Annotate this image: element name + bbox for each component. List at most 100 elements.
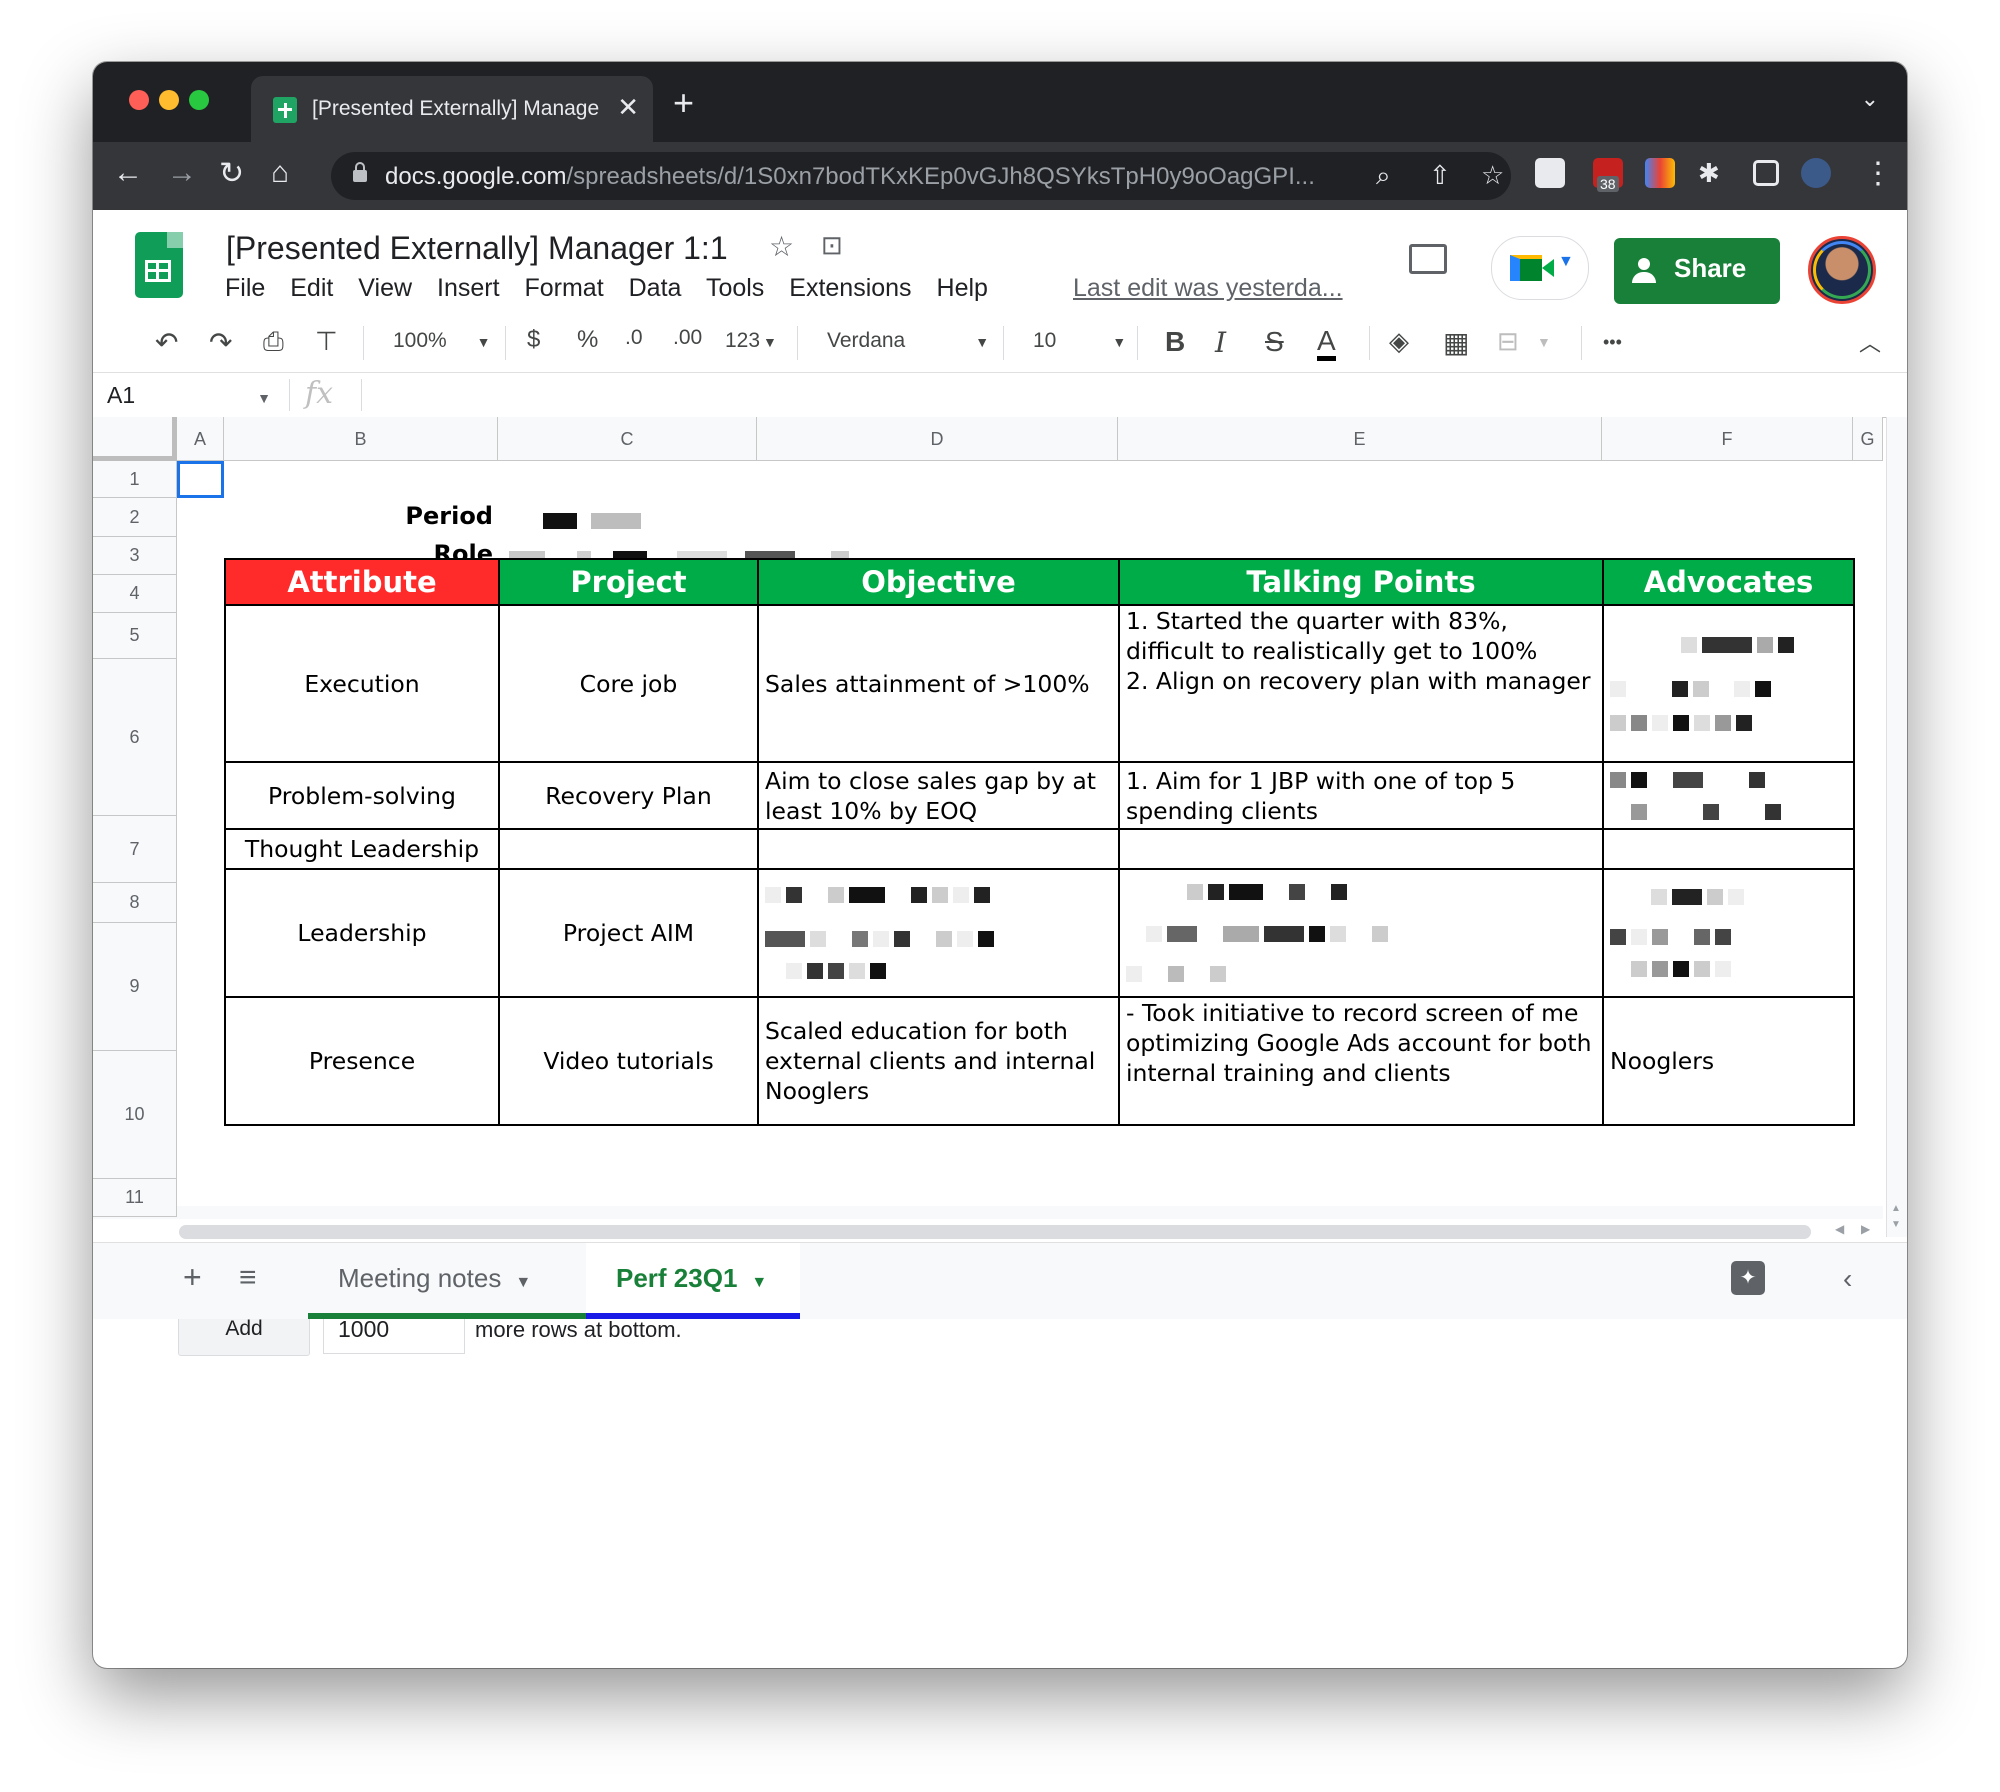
bookmark-star-icon[interactable]: ☆ xyxy=(1481,160,1504,191)
collapse-menus-icon[interactable]: ︿ xyxy=(1859,326,1881,358)
collapse-side-panel-icon[interactable]: ‹ xyxy=(1843,1263,1852,1295)
header-project[interactable]: Project xyxy=(498,558,759,606)
sheet-tab-meeting-notes[interactable]: Meeting notes ▼ xyxy=(308,1243,586,1319)
explore-icon[interactable]: ✦ xyxy=(1731,1261,1765,1295)
decrease-decimal-button[interactable]: .0 xyxy=(625,326,643,350)
currency-format-button[interactable]: $ xyxy=(527,326,540,354)
profile-avatar-icon[interactable] xyxy=(1801,158,1831,188)
strikethrough-button[interactable]: S xyxy=(1265,326,1284,358)
name-box[interactable]: A1 ▼ xyxy=(107,382,271,409)
row-header-3[interactable]: 3 xyxy=(93,537,177,575)
attribute-cell[interactable]: Execution xyxy=(224,604,500,763)
document-title[interactable]: [Presented Externally] Manager 1:1 xyxy=(226,230,728,267)
forward-icon[interactable]: → xyxy=(167,156,197,190)
objective-cell-redacted[interactable] xyxy=(757,868,1120,998)
comment-history-icon[interactable] xyxy=(1409,244,1447,274)
add-sheet-icon[interactable]: + xyxy=(183,1259,202,1296)
row-header-1[interactable]: 1 xyxy=(93,461,177,498)
column-header-a[interactable]: A xyxy=(177,417,224,461)
vertical-scrollbar[interactable]: ▲ ▼ xyxy=(1886,417,1907,1237)
attribute-cell[interactable]: Thought Leadership xyxy=(224,828,500,870)
reload-icon[interactable]: ↻ xyxy=(219,156,244,191)
increase-decimal-button[interactable]: .00 xyxy=(673,326,702,350)
merge-chevron-down-icon[interactable]: ▼ xyxy=(1537,334,1551,350)
menu-help[interactable]: Help xyxy=(937,274,988,302)
column-header-b[interactable]: B xyxy=(224,417,498,461)
share-button[interactable]: Share xyxy=(1614,238,1780,304)
print-icon[interactable]: ⎙ xyxy=(263,326,284,358)
row-header-10[interactable]: 10 xyxy=(93,1051,177,1179)
row-header-7[interactable]: 7 xyxy=(93,816,177,883)
sheets-logo-icon[interactable] xyxy=(135,232,183,298)
redo-icon[interactable]: ↷ xyxy=(209,326,232,359)
advocates-cell[interactable]: Nooglers xyxy=(1602,996,1855,1126)
row-header-6[interactable]: 6 xyxy=(93,659,177,816)
project-cell[interactable] xyxy=(498,828,759,870)
browser-menu-icon[interactable]: ⋮ xyxy=(1863,156,1893,191)
text-color-button[interactable]: A xyxy=(1317,326,1336,361)
advocates-cell-redacted[interactable] xyxy=(1602,604,1855,763)
header-attribute[interactable]: Attribute xyxy=(224,558,500,606)
minimize-window-button[interactable] xyxy=(159,90,179,110)
scroll-left-icon[interactable]: ◀ xyxy=(1835,1222,1844,1236)
row-header-5[interactable]: 5 xyxy=(93,613,177,659)
select-all-corner[interactable] xyxy=(93,417,177,461)
merge-cells-icon[interactable]: ⊟ xyxy=(1497,326,1519,357)
scroll-down-icon[interactable]: ▼ xyxy=(1891,1219,1901,1230)
undo-icon[interactable]: ↶ xyxy=(155,326,178,359)
menu-format[interactable]: Format xyxy=(524,274,603,302)
last-edit-link[interactable]: Last edit was yesterda... xyxy=(1073,274,1343,303)
column-header-c[interactable]: C xyxy=(498,417,757,461)
ublock-extension-icon[interactable]: 38 xyxy=(1593,158,1623,192)
advocates-cell-redacted[interactable] xyxy=(1602,761,1855,830)
font-size-select[interactable]: 10 ▼ xyxy=(1033,329,1126,353)
advocates-cell[interactable] xyxy=(1602,828,1855,870)
star-icon[interactable]: ☆ xyxy=(769,230,794,263)
share-page-icon[interactable]: ⇧ xyxy=(1429,160,1451,191)
menu-file[interactable]: File xyxy=(225,274,265,302)
objective-cell[interactable]: Scaled education for both external clien… xyxy=(757,996,1120,1126)
menu-data[interactable]: Data xyxy=(629,274,682,302)
home-icon[interactable]: ⌂ xyxy=(271,156,289,190)
meet-button[interactable]: ▼ xyxy=(1491,236,1589,300)
puzzle-extensions-icon[interactable]: ✱ xyxy=(1698,158,1728,188)
new-tab-icon[interactable]: + xyxy=(673,82,694,124)
attribute-cell[interactable]: Problem-solving xyxy=(224,761,500,830)
column-header-e[interactable]: E xyxy=(1118,417,1602,461)
side-panel-icon[interactable] xyxy=(1753,160,1779,186)
more-options-button[interactable]: ••• xyxy=(1603,332,1622,353)
objective-cell[interactable]: Sales attainment of >100% xyxy=(757,604,1120,763)
header-talking-points[interactable]: Talking Points xyxy=(1118,558,1604,606)
zoom-select[interactable]: 100% ▼ xyxy=(393,329,490,353)
project-cell[interactable]: Video tutorials xyxy=(498,996,759,1126)
attribute-cell[interactable]: Leadership xyxy=(224,868,500,998)
menu-view[interactable]: View xyxy=(358,274,412,302)
close-tab-icon[interactable]: ✕ xyxy=(617,92,639,123)
selected-cell-a1[interactable] xyxy=(177,461,224,498)
address-bar[interactable]: docs.google.com/spreadsheets/d/1S0xn7bod… xyxy=(331,152,1511,200)
row-header-8[interactable]: 8 xyxy=(93,883,177,923)
row-header-11[interactable]: 11 xyxy=(93,1179,177,1217)
objective-cell[interactable] xyxy=(757,828,1120,870)
fill-color-icon[interactable]: ◈ xyxy=(1389,326,1409,357)
scroll-up-icon[interactable]: ▲ xyxy=(1891,1203,1901,1214)
project-cell[interactable]: Project AIM xyxy=(498,868,759,998)
more-formats-select[interactable]: 123 ▼ xyxy=(725,329,777,353)
advocates-cell-redacted[interactable] xyxy=(1602,868,1855,998)
menu-extensions[interactable]: Extensions xyxy=(789,274,911,302)
account-avatar[interactable] xyxy=(1808,236,1876,304)
row-header-4[interactable]: 4 xyxy=(93,575,177,613)
objective-cell[interactable]: Aim to close sales gap by at least 10% b… xyxy=(757,761,1120,830)
scroll-right-icon[interactable]: ▶ xyxy=(1861,1222,1870,1236)
move-folder-icon[interactable]: ⊡ xyxy=(821,230,843,261)
column-header-d[interactable]: D xyxy=(757,417,1118,461)
menu-insert[interactable]: Insert xyxy=(437,274,500,302)
all-sheets-list-icon[interactable]: ≡ xyxy=(239,1261,257,1295)
talking-points-cell[interactable] xyxy=(1118,828,1604,870)
project-cell[interactable]: Core job xyxy=(498,604,759,763)
tab-search-chevron-icon[interactable]: ⌄ xyxy=(1861,86,1879,112)
maximize-window-button[interactable] xyxy=(189,90,209,110)
color-extension-icon[interactable] xyxy=(1645,158,1675,188)
sheet-tab-perf-23q1[interactable]: Perf 23Q1 ▼ xyxy=(586,1243,800,1319)
header-objective[interactable]: Objective xyxy=(757,558,1120,606)
